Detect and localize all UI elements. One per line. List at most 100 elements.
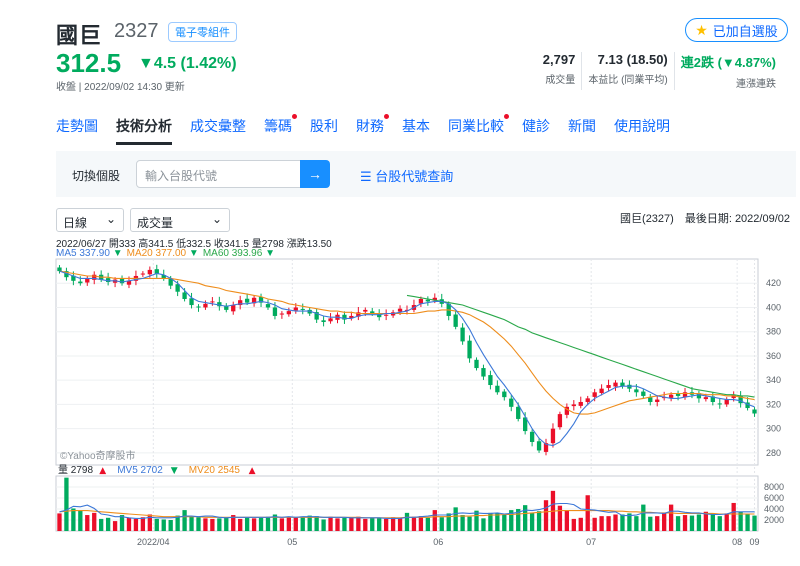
volume-bar <box>439 517 444 531</box>
price-tick-label: 420 <box>766 278 781 288</box>
price-tick-label: 320 <box>766 399 781 409</box>
volume-bar <box>557 505 563 531</box>
candle <box>613 382 618 387</box>
volume-bar <box>668 504 674 531</box>
volume-bar <box>349 517 354 531</box>
volume-bar <box>370 517 375 531</box>
candle <box>140 273 146 275</box>
candle <box>467 340 472 359</box>
candle <box>481 368 486 377</box>
volume-bar <box>126 517 132 531</box>
volume-bar <box>258 517 264 531</box>
candle <box>529 431 535 442</box>
volume-bar <box>196 517 201 531</box>
price-tick-label: 280 <box>766 448 781 458</box>
volume-bar <box>710 513 715 531</box>
candle <box>293 307 298 311</box>
volume-bar <box>189 516 194 531</box>
volume-bar <box>342 517 347 531</box>
volume-bar <box>404 512 410 531</box>
volume-bar <box>161 519 166 531</box>
volume-bar <box>363 518 368 531</box>
candle <box>300 308 305 310</box>
volume-bar <box>724 513 729 531</box>
candle <box>196 306 201 308</box>
volume-bar <box>293 517 298 531</box>
volume-bar <box>474 510 479 531</box>
volume-bar <box>133 518 139 531</box>
volume-bar <box>279 518 285 531</box>
volume-bar <box>682 515 688 531</box>
volume-bar <box>377 518 382 531</box>
volume-tick-label: 4000 <box>764 504 784 514</box>
volume-bar <box>599 516 604 531</box>
volume-bar <box>425 517 431 531</box>
candle <box>585 398 590 402</box>
volume-bar <box>300 517 305 531</box>
volume-bar <box>662 513 667 531</box>
volume-bar <box>356 516 361 531</box>
candle <box>272 307 278 316</box>
candle <box>383 314 389 316</box>
candle <box>231 305 236 312</box>
candle <box>488 375 493 386</box>
candle <box>648 397 653 402</box>
volume-bar <box>543 500 549 531</box>
candle <box>210 301 215 303</box>
candle <box>265 304 271 308</box>
volume-bar <box>64 477 69 531</box>
candle <box>85 278 90 283</box>
ma5-line <box>59 270 755 447</box>
candle <box>592 392 597 397</box>
candle <box>397 308 403 312</box>
volume-bar <box>224 517 229 531</box>
volume-legend-text: MV20 2545 <box>189 465 241 476</box>
volume-tick-label: 8000 <box>764 482 784 492</box>
candle <box>495 385 500 393</box>
volume-bar <box>529 512 535 531</box>
volume-bar <box>140 517 146 531</box>
candle <box>279 313 285 315</box>
volume-bar <box>251 518 257 531</box>
x-tick-label: 05 <box>287 537 297 547</box>
volume-bar <box>467 516 472 531</box>
candle <box>675 393 681 396</box>
candle <box>516 406 521 419</box>
x-tick-label: 09 <box>750 537 760 547</box>
candle <box>154 269 159 274</box>
candle <box>321 320 326 323</box>
candle <box>599 388 604 394</box>
candle <box>509 398 514 407</box>
volume-bar <box>78 510 83 531</box>
candle <box>606 385 611 388</box>
volume-bar <box>745 513 750 531</box>
candle <box>189 298 194 306</box>
ma60-line <box>406 294 755 398</box>
volume-bar <box>536 511 542 531</box>
volume-bar <box>71 508 76 531</box>
volume-bar <box>168 520 173 531</box>
volume-bar <box>634 516 639 531</box>
candle <box>286 311 291 315</box>
x-tick-label: 2022/04 <box>137 537 170 547</box>
candle <box>203 303 208 308</box>
volume-bar <box>523 505 528 531</box>
volume-bar <box>390 517 396 531</box>
candle <box>363 309 368 312</box>
volume-bar <box>571 518 576 531</box>
volume-bar <box>689 515 695 531</box>
volume-bar <box>752 515 757 531</box>
volume-bar <box>85 515 90 531</box>
volume-bar <box>217 518 222 531</box>
volume-bar <box>286 516 291 531</box>
volume-bar <box>265 516 271 531</box>
candle <box>328 318 333 322</box>
volume-bar <box>696 514 702 531</box>
candle <box>641 391 646 396</box>
volume-bar <box>432 510 437 531</box>
x-tick-label: 08 <box>732 537 742 547</box>
volume-legend-text: MV5 2702 <box>117 465 163 476</box>
volume-bar <box>307 515 312 531</box>
volume-bar <box>481 518 486 531</box>
price-tick-label: 360 <box>766 351 781 361</box>
